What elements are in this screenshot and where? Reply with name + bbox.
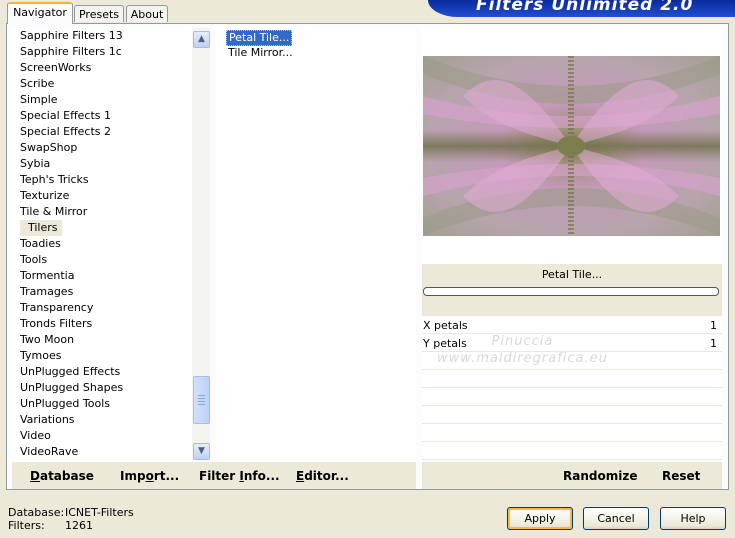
param-row-empty <box>422 372 722 388</box>
scroll-down-button[interactable]: ▼ <box>193 443 210 460</box>
category-item[interactable]: Scribe <box>12 76 192 92</box>
category-item[interactable]: Special Effects 2 <box>12 124 192 140</box>
preview-image <box>423 56 720 236</box>
param-row-empty <box>422 426 722 442</box>
category-item[interactable]: UnPlugged Tools <box>12 396 192 412</box>
param-row-x-petals[interactable]: X petals 1 <box>422 318 722 334</box>
category-list[interactable]: Sapphire Filters 13 Sapphire Filters 1c Sc… <box>12 28 192 460</box>
progress-bar <box>423 287 719 296</box>
app-title: Filters Unlimited 2.0 <box>476 0 694 15</box>
apply-button[interactable]: Apply <box>507 507 573 530</box>
randomize-button[interactable]: Randomize <box>563 469 637 483</box>
category-item[interactable]: VideoRave <box>12 444 192 460</box>
editor-button[interactable]: Editor... <box>296 469 349 483</box>
category-item[interactable]: Variations <box>12 412 192 428</box>
database-button[interactable]: Database <box>30 469 94 483</box>
preview-filter-name: Petal Tile... <box>541 268 603 281</box>
app-banner: Filters Unlimited 2.0 <box>428 0 735 17</box>
param-row-empty <box>422 390 722 406</box>
import-button[interactable]: Import... <box>120 469 179 483</box>
category-item[interactable]: Sapphire Filters 1c <box>12 44 192 60</box>
database-status-label: Database: <box>8 506 65 519</box>
category-item[interactable]: Two Moon <box>12 332 192 348</box>
category-item[interactable]: Texturize <box>12 188 192 204</box>
category-item-label: Tilers <box>20 220 62 236</box>
filter-item-tile-mirror[interactable]: Tile Mirror... <box>226 46 295 60</box>
category-item[interactable]: Teph's Tricks <box>12 172 192 188</box>
watermark: Pinuccia www.maldiregrafica.eu <box>437 333 608 367</box>
database-status-value: ICNET-Filters <box>65 506 134 519</box>
category-item[interactable]: Video <box>12 428 192 444</box>
cancel-button[interactable]: Cancel <box>583 507 649 530</box>
filter-list[interactable]: Petal Tile... Tile Mirror... <box>216 28 416 460</box>
category-item[interactable]: Tile & Mirror <box>12 204 192 220</box>
reset-button[interactable]: Reset <box>662 469 700 483</box>
filters-count-value: 1261 <box>65 519 93 532</box>
help-button[interactable]: Help <box>660 507 726 530</box>
tab-navigator[interactable]: Navigator <box>7 2 73 24</box>
scroll-thumb[interactable] <box>193 376 210 424</box>
category-item[interactable]: Simple <box>12 92 192 108</box>
category-item[interactable]: SwapShop <box>12 140 192 156</box>
tab-presets[interactable]: Presets <box>74 5 124 22</box>
param-row-empty <box>422 408 722 424</box>
param-value[interactable]: 1 <box>710 337 717 351</box>
category-item[interactable]: UnPlugged Effects <box>12 364 192 380</box>
scroll-up-button[interactable]: ▲ <box>193 31 210 48</box>
filters-count-label: Filters: <box>8 519 45 532</box>
category-item[interactable]: Special Effects 1 <box>12 108 192 124</box>
category-item[interactable]: Tilers <box>12 220 192 236</box>
category-item[interactable]: Tronds Filters <box>12 316 192 332</box>
category-item[interactable]: Tormentia <box>12 268 192 284</box>
category-item[interactable]: Tramages <box>12 284 192 300</box>
watermark-line-2: www.maldiregrafica.eu <box>437 351 608 366</box>
filter-info-button[interactable]: Filter Info... <box>199 469 280 483</box>
category-item[interactable]: Toadies <box>12 236 192 252</box>
category-item[interactable]: Sybia <box>12 156 192 172</box>
category-item[interactable]: Tools <box>12 252 192 268</box>
watermark-line-1: Pinuccia <box>491 334 554 349</box>
category-item[interactable]: Sapphire Filters 13 <box>12 28 192 44</box>
param-value[interactable]: 1 <box>710 319 717 333</box>
category-item[interactable]: Transparency <box>12 300 192 316</box>
category-item[interactable]: Tymoes <box>12 348 192 364</box>
category-scrollbar[interactable]: ▲ ▼ <box>192 28 210 460</box>
filter-item-petal-tile[interactable]: Petal Tile... <box>226 30 293 46</box>
tab-about[interactable]: About <box>126 5 168 22</box>
param-label: X petals <box>423 319 468 332</box>
param-row-empty <box>422 444 722 460</box>
category-item[interactable]: ScreenWorks <box>12 60 192 76</box>
category-item[interactable]: UnPlugged Shapes <box>12 380 192 396</box>
